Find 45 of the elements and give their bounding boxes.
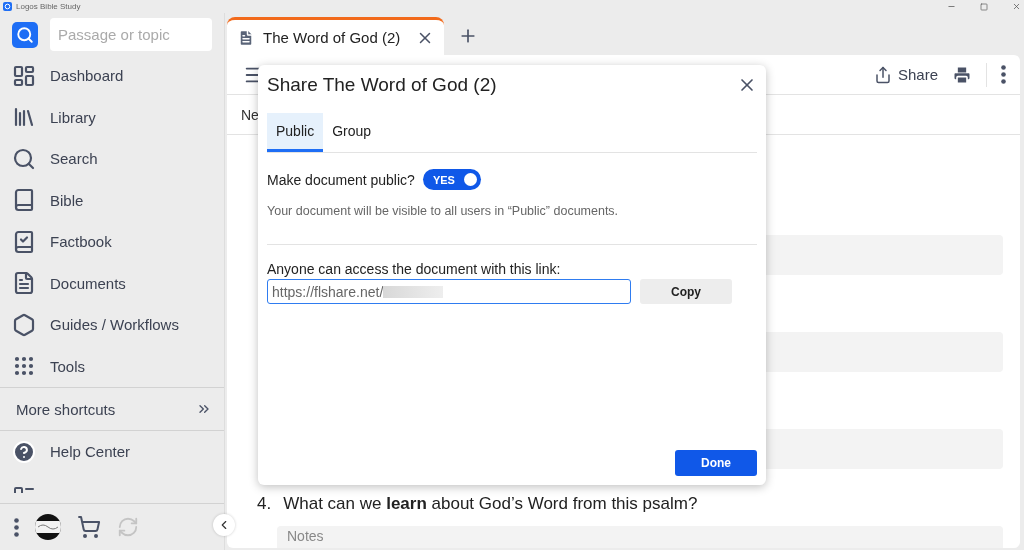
search-field[interactable]: Passage or topic <box>50 18 212 51</box>
dashboard-icon <box>12 63 36 88</box>
dialog-tab[interactable]: Public <box>267 113 324 152</box>
nav-item[interactable]: Library <box>0 96 224 138</box>
dialog-tab[interactable]: Group <box>323 113 381 152</box>
nav-item[interactable]: Dashboard <box>0 55 224 97</box>
nav-item[interactable]: Documents <box>0 262 224 304</box>
print-icon[interactable] <box>952 64 972 85</box>
copy-button[interactable]: Copy <box>640 279 732 304</box>
public-note: Your document will be visible to all users in “Public” documents. <box>267 204 757 245</box>
cart-icon <box>77 515 101 539</box>
public-toggle[interactable]: YES <box>422 169 481 190</box>
toolbar-text: Ne <box>241 106 259 123</box>
refresh-icon <box>117 516 139 538</box>
share-icon <box>873 65 892 84</box>
nav-item[interactable]: Help Center <box>0 431 224 473</box>
share-button[interactable]: Share <box>873 65 938 84</box>
link-field[interactable]: https://flshare.net/ <box>267 279 631 304</box>
done-button[interactable]: Done <box>675 450 757 476</box>
app-title: Logos Bible Study <box>16 2 82 11</box>
nav-item[interactable]: Bible <box>0 179 224 221</box>
book-icon <box>12 188 36 213</box>
question-text: What can we learn about God’s Word from this psalm? <box>283 494 698 514</box>
checked-book-icon <box>12 229 36 254</box>
close-icon <box>1012 2 1021 11</box>
more-icon[interactable] <box>1001 65 1006 84</box>
app-logo-icon <box>3 2 12 11</box>
document-icon <box>237 28 255 47</box>
more-shortcuts-item[interactable]: More shortcuts <box>0 388 224 430</box>
search-icon <box>12 146 36 171</box>
nav-item[interactable]: Search <box>0 138 224 180</box>
public-question: Make document public? <box>267 171 415 188</box>
nav-item[interactable]: Tools <box>0 345 224 387</box>
document-icon <box>12 271 36 296</box>
link-label: Anyone can access the document with this link: <box>267 261 562 277</box>
help-icon <box>12 439 36 464</box>
maximize-icon <box>980 2 988 11</box>
question-number: 4. <box>257 494 272 514</box>
document-tab[interactable]: The Word of God (2) <box>227 17 445 55</box>
hexagon-icon <box>12 312 36 337</box>
nav-item[interactable]: Factbook <box>0 221 224 263</box>
logo-icon[interactable] <box>12 21 38 48</box>
dialog-title: Share The Word of God (2) <box>267 74 497 96</box>
more-icon[interactable] <box>14 517 19 537</box>
nav-item[interactable]: Guides / Workflows <box>0 304 224 346</box>
